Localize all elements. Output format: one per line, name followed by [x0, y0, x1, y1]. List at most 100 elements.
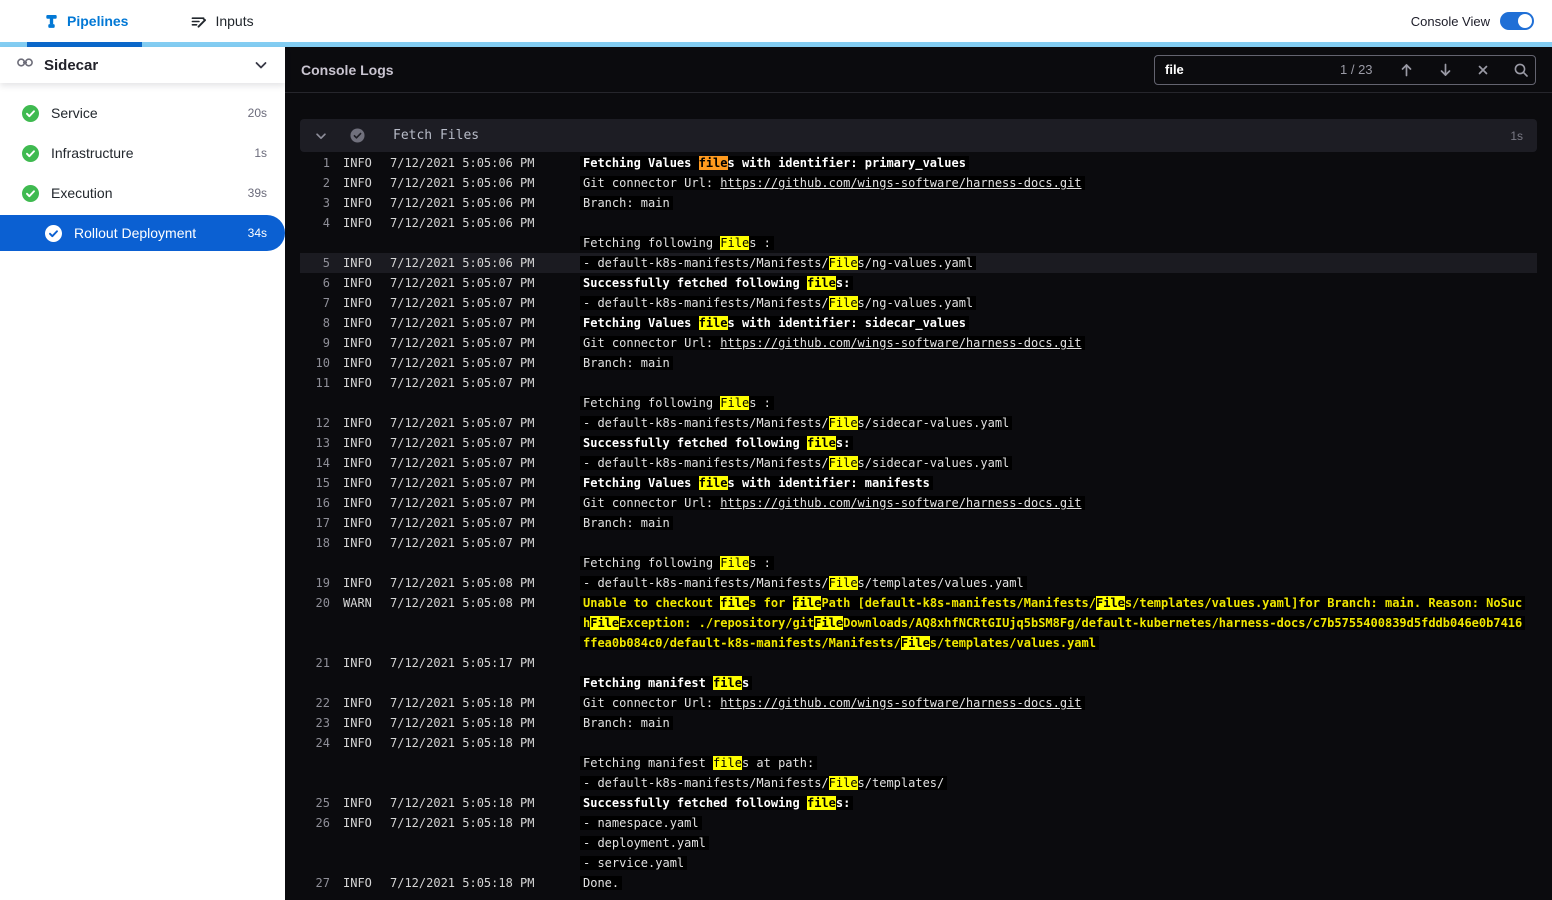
log-message: - default-k8s-manifests/Manifests/Files/… [580, 453, 1537, 473]
log-section-header[interactable]: Fetch Files 1s [300, 119, 1537, 152]
log-message: Branch: main [580, 513, 1537, 533]
log-level: INFO [343, 716, 372, 730]
log-level: INFO [343, 796, 372, 810]
search-match: File [1096, 596, 1125, 610]
log-line[interactable]: 12 INFO 7/12/2021 5:05:07 PM - default-k8s-… [300, 413, 1537, 433]
log-timestamp: 7/12/2021 5:05:17 PM [390, 656, 535, 670]
line-number: 4 [322, 216, 330, 230]
search-match: File [720, 396, 750, 410]
log-line[interactable]: 3 INFO 7/12/2021 5:05:06 PM Branch: main [300, 193, 1537, 213]
execution-sidebar: Sidecar Service 20s Infrastructure 1s Execut… [0, 47, 285, 900]
log-line[interactable]: 17 INFO 7/12/2021 5:05:07 PM Branch: main [300, 513, 1537, 533]
log-line[interactable]: 11 INFO 7/12/2021 5:05:07 PM Fetching follo… [300, 373, 1537, 413]
log-line[interactable]: 2 INFO 7/12/2021 5:05:06 PM Git connector U… [300, 173, 1537, 193]
log-timestamp: 7/12/2021 5:05:07 PM [390, 376, 535, 390]
log-line[interactable]: 24 INFO 7/12/2021 5:05:18 PM Fetching manif… [300, 733, 1537, 793]
chevron-down-icon[interactable] [253, 57, 269, 73]
pipelines-icon [44, 14, 59, 29]
log-level: INFO [343, 656, 372, 670]
log-section-duration: 1s [1510, 128, 1523, 143]
close-icon[interactable] [1465, 64, 1501, 76]
collapse-chevron-icon[interactable] [314, 129, 328, 143]
log-level: INFO [343, 276, 372, 290]
step-duration: 20s [247, 106, 267, 120]
previous-match-button[interactable] [1387, 62, 1426, 78]
log-message: Git connector Url: https://github.com/wi… [580, 173, 1537, 193]
log-message: Git connector Url: https://github.com/wi… [580, 493, 1537, 513]
log-timestamp: 7/12/2021 5:05:07 PM [390, 536, 535, 550]
log-line[interactable]: 27 INFO 7/12/2021 5:05:18 PM Done. [300, 873, 1537, 893]
log-line[interactable]: 23 INFO 7/12/2021 5:05:18 PM Branch: main [300, 713, 1537, 733]
log-message: Successfully fetched following files: [580, 433, 1537, 453]
search-icon[interactable] [1501, 62, 1529, 78]
log-message: Fetching manifest files at path: - defaul… [580, 733, 1537, 793]
log-message: Fetching manifest files [580, 653, 1537, 693]
line-number: 7 [322, 296, 330, 310]
success-check-icon [22, 144, 39, 162]
log-link[interactable]: https://github.com/wings-software/harnes… [720, 336, 1081, 350]
log-timestamp: 7/12/2021 5:05:06 PM [390, 196, 535, 210]
search-match: File [814, 616, 844, 630]
log-line[interactable]: 20 WARN 7/12/2021 5:05:08 PM Unable to chec… [300, 593, 1537, 653]
sidebar-step-execution[interactable]: Execution 39s [0, 173, 285, 213]
log-line[interactable]: 15 INFO 7/12/2021 5:05:07 PM Fetching Value… [300, 473, 1537, 493]
step-label: Infrastructure [51, 145, 134, 161]
log-line[interactable]: 10 INFO 7/12/2021 5:05:07 PM Branch: main [300, 353, 1537, 373]
log-message: Fetching following Files : [580, 373, 1537, 413]
log-line[interactable]: 22 INFO 7/12/2021 5:05:18 PM Git connector … [300, 693, 1537, 713]
search-match: file [806, 436, 836, 450]
log-line[interactable]: 21 INFO 7/12/2021 5:05:17 PM Fetching manif… [300, 653, 1537, 693]
log-message: - default-k8s-manifests/Manifests/Files/… [580, 413, 1537, 433]
log-line[interactable]: 1 INFO 7/12/2021 5:05:06 PM Fetching Values… [300, 153, 1537, 173]
search-match: File [828, 296, 858, 310]
log-line[interactable]: 7 INFO 7/12/2021 5:05:07 PM - default-k8s-m… [300, 293, 1537, 313]
log-line[interactable]: 8 INFO 7/12/2021 5:05:07 PM Fetching Values… [300, 313, 1537, 333]
log-timestamp: 7/12/2021 5:05:07 PM [390, 436, 535, 450]
log-line[interactable]: 14 INFO 7/12/2021 5:05:07 PM - default-k8s-… [300, 453, 1537, 473]
log-timestamp: 7/12/2021 5:05:07 PM [390, 336, 535, 350]
log-section: Fetch Files 1s 1 INFO 7/12/2021 5:05:06 PM… [300, 119, 1537, 893]
tab-inputs[interactable]: Inputs [190, 13, 254, 29]
console-view-toggle[interactable] [1500, 12, 1534, 30]
step-label: Execution [51, 185, 113, 201]
log-timestamp: 7/12/2021 5:05:07 PM [390, 296, 535, 310]
sidebar-step-rollout-deployment[interactable]: Rollout Deployment 34s [0, 215, 285, 251]
search-match: File [900, 636, 930, 650]
search-match: file [698, 476, 728, 490]
log-line[interactable]: 18 INFO 7/12/2021 5:05:07 PM Fetching follo… [300, 533, 1537, 573]
log-line[interactable]: 25 INFO 7/12/2021 5:05:18 PM Successfully f… [300, 793, 1537, 813]
log-level: INFO [343, 156, 372, 170]
sidebar-step-infrastructure[interactable]: Infrastructure 1s [0, 133, 285, 173]
stage-name: Sidecar [44, 56, 99, 74]
log-line[interactable]: 26 INFO 7/12/2021 5:05:18 PM - namespace.ya… [300, 813, 1537, 873]
line-number: 11 [315, 376, 330, 390]
search-match: File [828, 416, 858, 430]
log-lines: 1 INFO 7/12/2021 5:05:06 PM Fetching Values… [300, 152, 1537, 893]
log-level: INFO [343, 516, 372, 530]
line-number: 10 [315, 356, 330, 370]
stage-header[interactable]: Sidecar [0, 47, 285, 83]
line-number: 19 [315, 576, 330, 590]
log-line[interactable]: 16 INFO 7/12/2021 5:05:07 PM Git connector … [300, 493, 1537, 513]
log-line[interactable]: 5 INFO 7/12/2021 5:05:06 PM - default-k8s-m… [300, 253, 1537, 273]
next-match-button[interactable] [1426, 62, 1465, 78]
log-line[interactable]: 13 INFO 7/12/2021 5:05:07 PM Successfully f… [300, 433, 1537, 453]
log-line[interactable]: 9 INFO 7/12/2021 5:05:07 PM Git connector U… [300, 333, 1537, 353]
search-match: file [806, 276, 836, 290]
log-link[interactable]: https://github.com/wings-software/harnes… [720, 696, 1081, 710]
sidebar-step-service[interactable]: Service 20s [0, 93, 285, 133]
log-line[interactable]: 4 INFO 7/12/2021 5:05:06 PM Fetching follow… [300, 213, 1537, 253]
line-number: 15 [315, 476, 330, 490]
log-line[interactable]: 6 INFO 7/12/2021 5:05:07 PM Successfully fe… [300, 273, 1537, 293]
current-search-match: file [698, 156, 728, 170]
line-number: 20 [315, 596, 330, 610]
step-duration: 39s [247, 186, 267, 200]
log-link[interactable]: https://github.com/wings-software/harnes… [720, 496, 1081, 510]
log-line[interactable]: 19 INFO 7/12/2021 5:05:08 PM - default-k8s-… [300, 573, 1537, 593]
search-input[interactable] [1165, 62, 1340, 77]
log-link[interactable]: https://github.com/wings-software/harnes… [720, 176, 1081, 190]
tab-pipelines[interactable]: Pipelines [44, 13, 128, 29]
step-label: Rollout Deployment [74, 225, 197, 241]
line-number: 12 [315, 416, 330, 430]
log-message: Branch: main [580, 193, 1537, 213]
